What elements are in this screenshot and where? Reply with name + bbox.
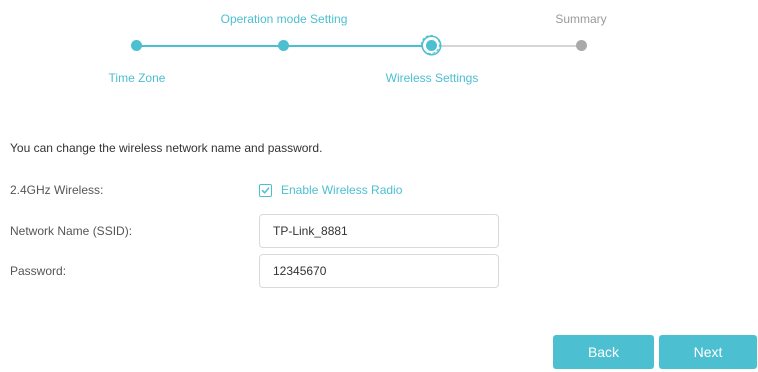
- step-summary-dot: [576, 40, 587, 51]
- step-operation-mode-dot: [278, 40, 289, 51]
- stepper-track-pending: [431, 45, 581, 47]
- wireless-band-label: 2.4GHz Wireless:: [10, 183, 104, 197]
- password-input[interactable]: [259, 254, 499, 288]
- step-time-zone-label: Time Zone: [108, 71, 166, 85]
- ssid-label: Network Name (SSID):: [10, 224, 133, 238]
- step-summary-label: Summary: [555, 12, 607, 26]
- step-time-zone-dot: [131, 40, 142, 51]
- back-button[interactable]: Back: [553, 335, 654, 369]
- step-operation-mode-label: Operation mode Setting: [220, 12, 348, 26]
- password-label: Password:: [10, 264, 67, 278]
- form-intro-text: You can change the wireless network name…: [10, 141, 323, 155]
- quick-setup-page: Time Zone Operation mode Setting Wireles…: [0, 0, 758, 372]
- enable-wireless-radio-checkbox[interactable]: Enable Wireless Radio: [259, 183, 402, 197]
- checkbox-checked-icon[interactable]: [259, 183, 272, 197]
- ssid-input[interactable]: [259, 214, 499, 248]
- wizard-stepper: Time Zone Operation mode Setting Wireles…: [0, 0, 758, 100]
- enable-wireless-radio-label[interactable]: Enable Wireless Radio: [281, 183, 402, 197]
- step-wireless-settings-label: Wireless Settings: [385, 71, 479, 85]
- next-button[interactable]: Next: [659, 335, 757, 369]
- step-wireless-settings-dot: [421, 35, 440, 54]
